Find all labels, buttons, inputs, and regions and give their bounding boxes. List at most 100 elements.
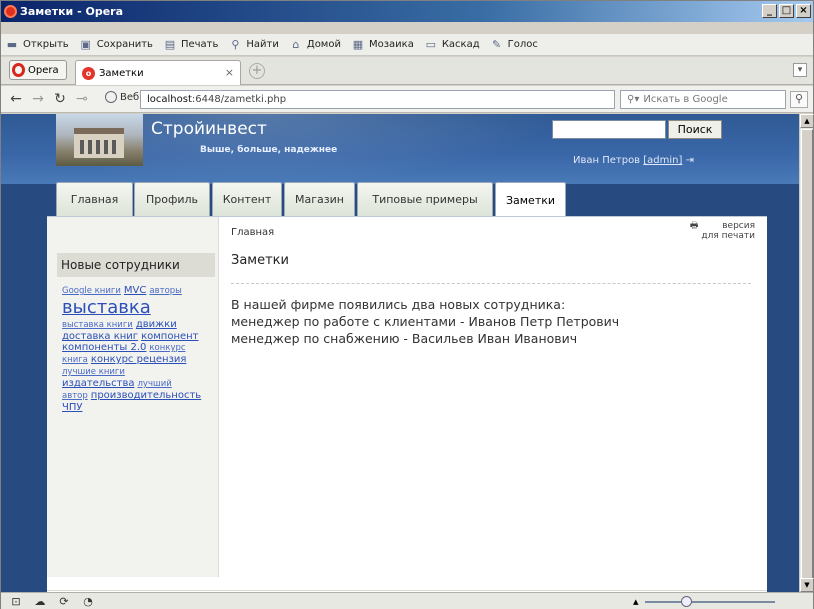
forward-arrow-icon[interactable]: → (27, 91, 49, 107)
globe-icon (105, 91, 117, 103)
voice-icon: ✎ (492, 38, 502, 51)
print-version-link[interactable]: 🖶 версия для печати (690, 221, 755, 241)
tab-favicon-icon: o (82, 66, 95, 80)
page-viewport: Стройинвест Выше, больше, надежнее Поиск… (1, 114, 799, 592)
site-name[interactable]: Стройинвест (151, 119, 267, 139)
breadcrumb[interactable]: Главная (231, 227, 274, 238)
nav-tab-content[interactable]: Контент (212, 182, 282, 216)
toolbar-voice-label: Голос (507, 39, 538, 50)
logout-icon[interactable]: ⇥ (686, 155, 694, 166)
zoom-track[interactable] (644, 595, 775, 607)
tag-link[interactable]: выставка книги (62, 320, 133, 330)
tag-link[interactable]: издательства (62, 378, 134, 389)
back-arrow-icon[interactable]: ← (5, 91, 27, 107)
toolbar-voice-button[interactable]: ✎ Голос (490, 38, 538, 51)
tab-label: Заметки (99, 67, 144, 79)
key-icon[interactable]: ⊸ (71, 91, 93, 107)
nav-tab-profile[interactable]: Профиль (134, 182, 210, 216)
tag-link[interactable]: автор (62, 391, 88, 401)
toolbar-save-button[interactable]: ▣ Сохранить (79, 38, 153, 51)
find-button[interactable]: ⚲ (790, 91, 808, 108)
print-line-1: версия (722, 221, 755, 231)
tag-link[interactable]: движки (136, 319, 177, 330)
minimize-button[interactable]: _ (762, 4, 777, 18)
address-host: localhost (147, 94, 192, 105)
tag-link[interactable]: выставка (62, 297, 151, 318)
speed-dial-icon[interactable]: ◔ (79, 595, 97, 608)
toolbar-open-label: Открыть (23, 39, 69, 50)
nav-tab-home[interactable]: Главная (56, 182, 133, 216)
toolbar-find-button[interactable]: ⚲ Найти (228, 38, 279, 51)
tag-link[interactable]: компонент (141, 331, 198, 342)
reload-icon[interactable]: ↻ (49, 91, 71, 107)
new-tab-button[interactable]: + (249, 63, 265, 79)
zoom-slider[interactable]: ▴ (633, 595, 811, 608)
tab-zametki[interactable]: o Заметки × (75, 60, 241, 85)
close-button[interactable]: × (796, 4, 811, 18)
tag-link[interactable]: Google книги (62, 286, 121, 296)
scroll-thumb[interactable] (801, 129, 813, 579)
vertical-scrollbar[interactable]: ▲ ▼ (799, 114, 814, 592)
zoom-knob[interactable] (680, 595, 692, 607)
status-bar: ⊡ ☁ ⟳ ◔ ▴ (1, 592, 813, 609)
tag-link[interactable]: ЧПУ (62, 402, 82, 413)
toolbar-tile-button[interactable]: ▦ Мозаика (351, 38, 414, 51)
search-engine-icon: ⚲▾ (627, 94, 640, 105)
tag-link[interactable]: компоненты 2.0 (62, 342, 146, 353)
address-bar-row: ← → ↻ ⊸ Веб localhost:6448/zametki.php ⚲… (1, 86, 813, 113)
nav-tab-shop[interactable]: Магазин (284, 182, 355, 216)
toolbar-open-button[interactable]: ▬ Открыть (5, 38, 69, 51)
tag-link[interactable]: производительность (91, 390, 201, 401)
toolbar-print-label: Печать (180, 39, 219, 50)
maximize-button[interactable]: □ (779, 4, 794, 18)
content-box: Новые сотрудники Google книги MVC авторы… (47, 216, 767, 592)
tag-link[interactable]: MVC (124, 285, 146, 296)
site-search-button[interactable]: Поиск (668, 120, 722, 139)
window-title: Заметки - Opera (20, 5, 123, 18)
toolbar-home-button[interactable]: ⌂ Домой (289, 38, 341, 51)
zoom-out-icon[interactable]: ▴ (633, 595, 639, 608)
tag-link[interactable]: доставка книг (62, 331, 138, 342)
address-input[interactable]: localhost:6448/zametki.php (140, 90, 615, 109)
google-search-input[interactable]: ⚲▾ Искать в Google (620, 90, 786, 109)
print-line-2: для печати (701, 231, 755, 241)
main-toolbar: ▬ Открыть ▣ Сохранить ▤ Печать ⚲ Найти ⌂ Домо… (1, 34, 813, 56)
toolbar-print-button[interactable]: ▤ Печать (163, 38, 219, 51)
cloud-icon[interactable]: ☁ (31, 595, 49, 608)
site-nav: Главная Профиль Контент Магазин Типовые … (1, 182, 799, 218)
scroll-up-icon[interactable]: ▲ (800, 114, 814, 128)
site-logo-image[interactable] (56, 114, 143, 166)
site-header: Стройинвест Выше, больше, надежнее Поиск… (1, 114, 799, 184)
search-icon: ⚲ (231, 38, 240, 51)
panel-toggle-icon[interactable]: ⊡ (7, 595, 25, 608)
site-search-input[interactable] (552, 120, 666, 139)
tag-link[interactable]: конкурс рецензия (91, 354, 187, 365)
nav-tab-notes[interactable]: Заметки (495, 182, 566, 218)
tag-link[interactable]: конкурс (149, 343, 185, 353)
toolbar-find-label: Найти (246, 39, 279, 50)
web-button[interactable]: Веб (105, 91, 139, 103)
printer-icon: 🖶 (689, 221, 699, 231)
tag-link[interactable]: авторы (149, 286, 181, 296)
cascade-icon: ▭ (425, 38, 437, 51)
toolbar-cascade-button[interactable]: ▭ Каскад (424, 38, 480, 51)
user-name: Иван Петров (573, 155, 641, 166)
opera-icon (4, 5, 17, 18)
tab-close-icon[interactable]: × (225, 66, 234, 79)
tile-icon: ▦ (352, 38, 364, 51)
toolbar-cascade-label: Каскад (441, 39, 480, 50)
title-divider (231, 283, 751, 284)
nav-tab-examples[interactable]: Типовые примеры (357, 182, 493, 216)
browser-window: Заметки - Opera _ □ × ▬ Открыть ▣ Сохранит… (0, 0, 814, 609)
admin-link[interactable]: [admin] (643, 155, 682, 166)
opera-menu-button[interactable]: Opera (9, 60, 67, 80)
scroll-down-icon[interactable]: ▼ (800, 578, 814, 592)
tag-link[interactable]: лучшие книги (62, 367, 125, 377)
opera-logo-icon (12, 63, 25, 77)
print-icon: ▤ (164, 38, 176, 51)
tag-link[interactable]: лучший (138, 379, 172, 389)
tab-list-button[interactable]: ▾ (793, 63, 807, 77)
folder-icon: ▬ (6, 38, 18, 51)
share-icon[interactable]: ⟳ (55, 595, 73, 608)
tag-link[interactable]: книга (62, 355, 88, 365)
